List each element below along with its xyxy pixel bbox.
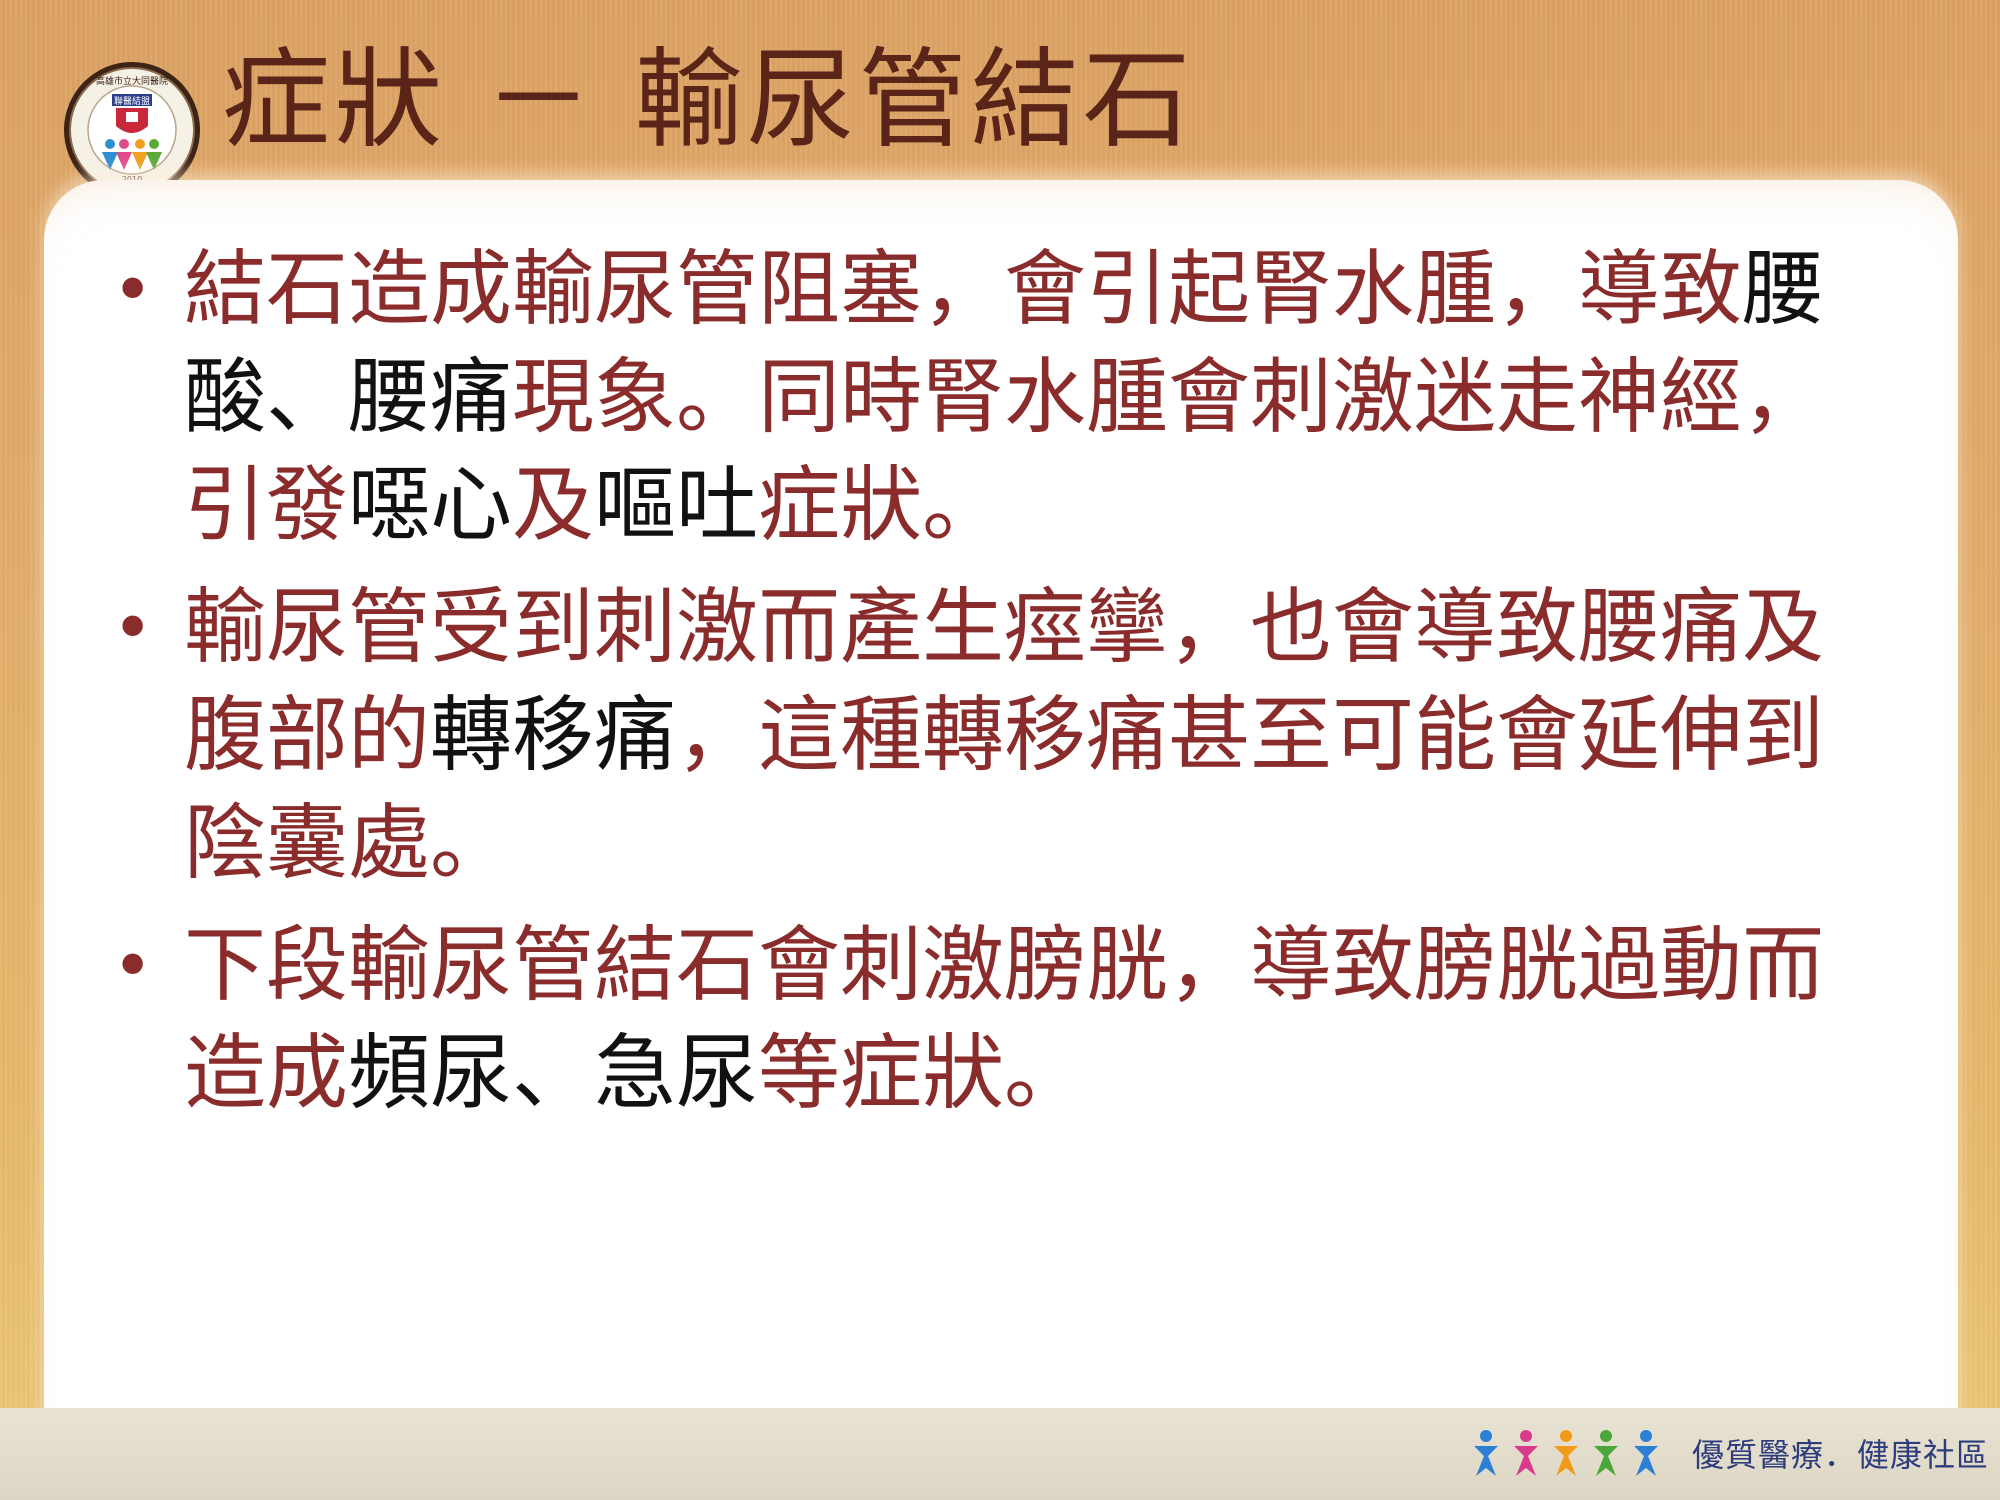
logo-center-text: 聯醫結盟: [114, 95, 150, 107]
bullet-list: • 結石造成輸尿管阻塞，會引起腎水腫，導致腰酸、腰痛現象。同時腎水腫會刺激迷走神經…: [110, 236, 1880, 1142]
hospital-logo-icon: 高雄市立大同醫院 聯醫結盟 2010: [64, 62, 200, 198]
logo-seal-text: 高雄市立大同醫院: [96, 75, 168, 87]
bullet-dot-icon: •: [112, 587, 154, 669]
bullet-text-segment: 頻尿、急尿: [348, 1026, 759, 1121]
bullet-item: • 輸尿管受到刺激而產生痙攣，也會導致腰痛及腹部的轉移痛，這種轉移痛甚至可能會延伸…: [110, 574, 1880, 898]
bullet-dot-icon: •: [112, 249, 154, 331]
people-figures-icon: [1474, 1430, 1658, 1476]
bullet-text-segment: 症狀。: [758, 458, 1005, 553]
bullet-item: • 結石造成輸尿管阻塞，會引起腎水腫，導致腰酸、腰痛現象。同時腎水腫會刺激迷走神經…: [110, 236, 1880, 560]
slide-footer: 優質醫療．健康社區: [0, 1408, 2000, 1500]
bullet-text-segment: 噁心: [348, 458, 513, 553]
bullet-text-segment: 等症狀。: [758, 1026, 1087, 1121]
slide-header: 高雄市立大同醫院 聯醫結盟 2010 症狀 － 輸尿管結石: [0, 0, 2000, 198]
footer-slogan: 優質醫療．健康社區: [1692, 1436, 1990, 1474]
slide-title: 症狀 － 輸尿管結石: [222, 38, 1195, 163]
bullet-text-segment: 及: [512, 458, 595, 553]
bullet-text-segment: 結石造成輸尿管阻塞，會引起腎水腫，導致: [184, 242, 1743, 337]
bullet-dot-icon: •: [112, 925, 154, 1007]
bullet-text-segment: 轉移痛: [430, 688, 677, 783]
bullet-item: • 下段輸尿管結石會刺激膀胱，導致膀胱過動而造成頻尿、急尿等症狀。: [110, 912, 1880, 1128]
bullet-text-segment: 嘔吐: [594, 458, 759, 553]
